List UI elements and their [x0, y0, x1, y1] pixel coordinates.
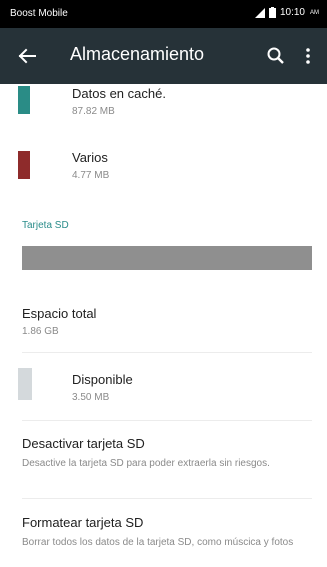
misc-label: Varios [72, 150, 108, 165]
clock-ampm: AM [310, 9, 319, 16]
sd-card-section-header: Tarjeta SD [22, 220, 69, 231]
search-icon[interactable] [262, 42, 290, 70]
divider [22, 498, 312, 499]
cached-data-label: Datos en caché. [72, 86, 166, 101]
unmount-sd-card-title: Desactivar tarjeta SD [22, 436, 145, 451]
storage-list[interactable]: Datos en caché. 87.82 MB Varios 4.77 MB … [0, 84, 327, 567]
format-sd-card-item[interactable]: Formatear tarjeta SD Borrar todos los da… [0, 508, 327, 566]
storage-screen: Boost Mobile 10:10 AM Almacenamiento Dat… [0, 0, 327, 567]
list-item-cached-data[interactable]: Datos en caché. 87.82 MB [0, 84, 327, 128]
cached-data-size: 87.82 MB [72, 106, 115, 117]
unmount-sd-card-item[interactable]: Desactivar tarjeta SD Desactive la tarje… [0, 430, 327, 490]
format-sd-card-title: Formatear tarjeta SD [22, 515, 144, 530]
unmount-sd-card-description: Desactive la tarjeta SD para poder extra… [22, 458, 270, 469]
app-bar: Almacenamiento [0, 28, 327, 84]
signal-icon [254, 7, 265, 18]
total-space-value: 1.86 GB [22, 326, 59, 337]
divider [22, 352, 312, 353]
overflow-menu-icon[interactable] [298, 42, 318, 70]
available-color-swatch [18, 368, 32, 400]
sd-available-item[interactable]: Disponible 3.50 MB [0, 364, 327, 408]
available-size: 3.50 MB [72, 392, 110, 403]
misc-color-swatch [18, 151, 30, 179]
back-arrow-icon[interactable] [14, 43, 40, 69]
sd-card-usage-bar [22, 246, 312, 270]
clock: 10:10 [279, 7, 305, 18]
misc-size: 4.77 MB [72, 170, 110, 181]
list-item-misc[interactable]: Varios 4.77 MB [0, 146, 327, 190]
available-label: Disponible [72, 372, 133, 387]
page-title: Almacenamiento [70, 44, 205, 64]
carrier-name: Boost Mobile [10, 8, 68, 19]
sd-total-space-item: Espacio total 1.86 GB [0, 299, 327, 339]
battery-icon [268, 7, 276, 18]
cached-data-color-swatch [18, 86, 30, 114]
format-sd-card-description: Borrar todos los datos de la tarjeta SD,… [22, 537, 294, 548]
divider [22, 420, 312, 421]
status-bar: Boost Mobile 10:10 AM [0, 0, 327, 28]
status-icons: 10:10 AM [254, 7, 319, 18]
total-space-label: Espacio total [22, 306, 97, 321]
